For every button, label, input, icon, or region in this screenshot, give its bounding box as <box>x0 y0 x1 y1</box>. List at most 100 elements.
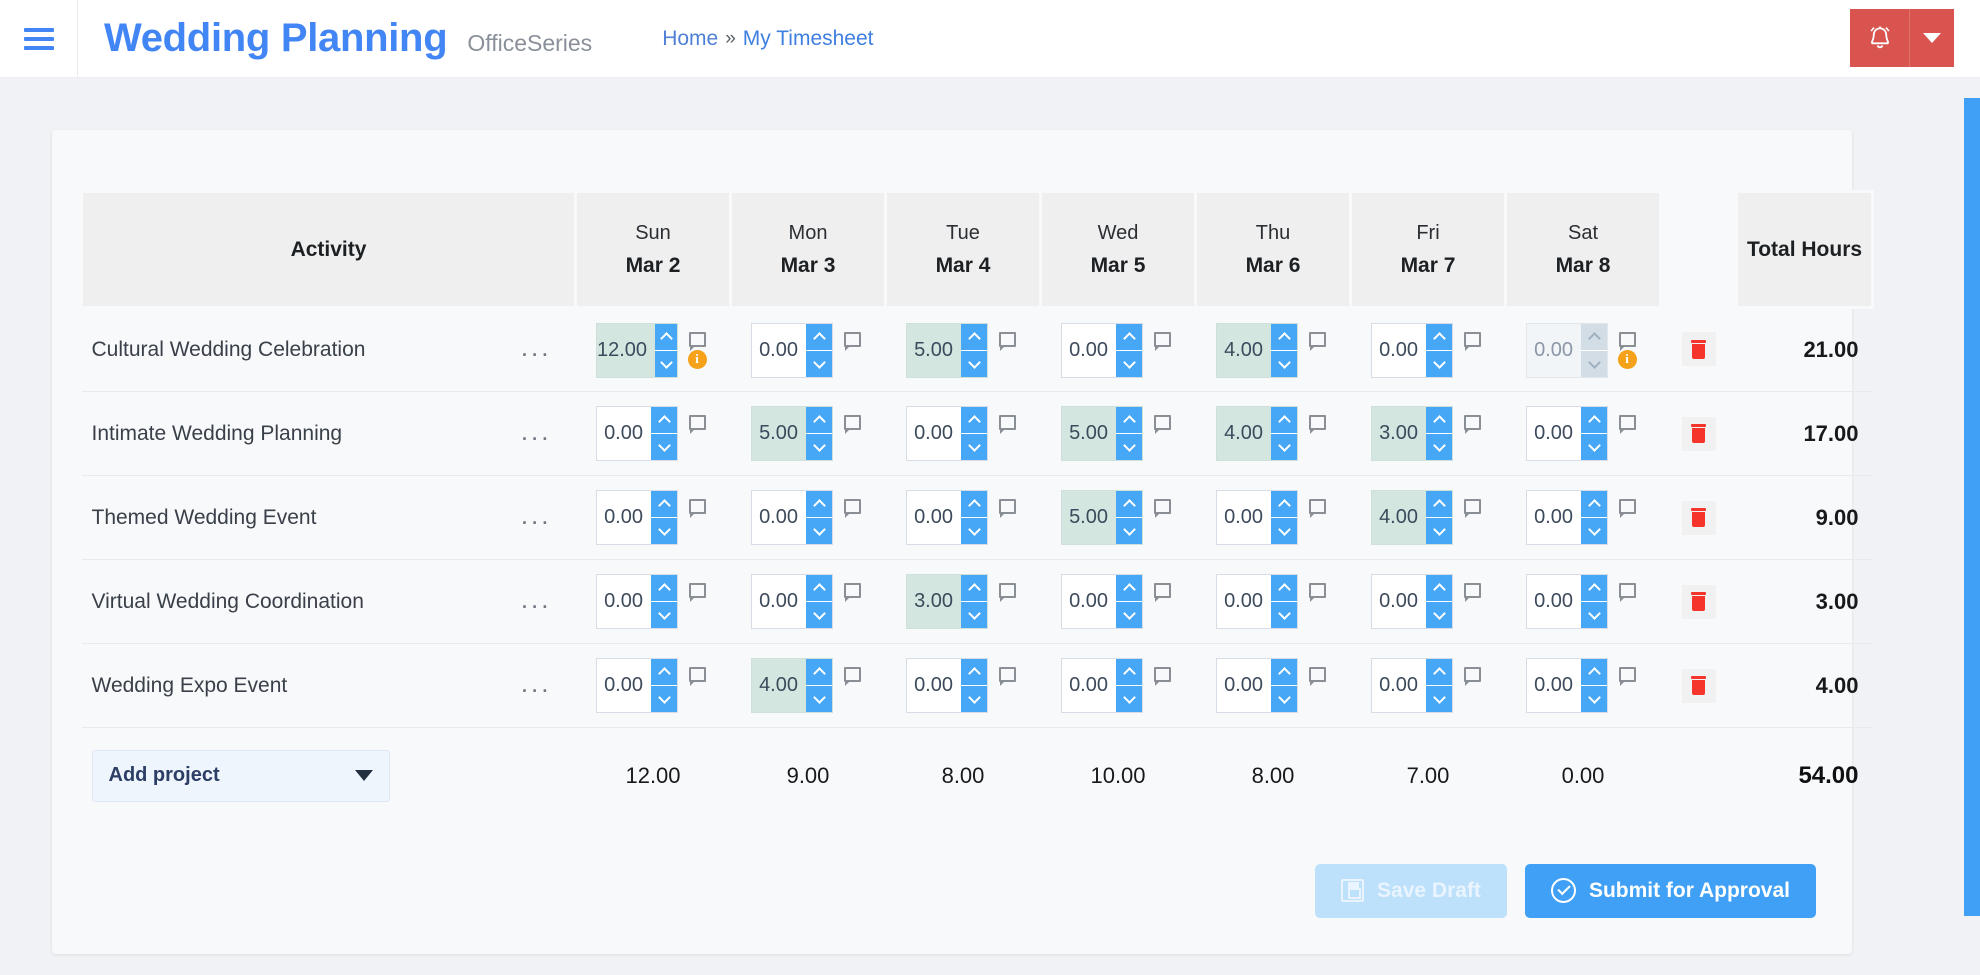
hours-input[interactable]: 4.00 <box>1217 324 1271 377</box>
hours-input[interactable]: 0.00 <box>752 324 806 377</box>
hours-stepper[interactable]: 0.00 <box>906 658 988 713</box>
stepper-decrement-button[interactable] <box>1271 434 1297 460</box>
breadcrumb-home[interactable]: Home <box>662 27 718 51</box>
stepper-increment-button[interactable] <box>806 323 832 351</box>
hours-stepper[interactable]: 0.00 <box>751 490 833 545</box>
stepper-decrement-button[interactable] <box>806 686 832 712</box>
hours-stepper[interactable]: 0.00 <box>1526 406 1608 461</box>
save-draft-button[interactable]: Save Draft <box>1315 863 1507 918</box>
stepper-increment-button[interactable] <box>1271 323 1297 351</box>
stepper-decrement-button[interactable] <box>961 434 987 460</box>
stepper-decrement-button[interactable] <box>961 350 987 377</box>
hours-input[interactable]: 0.00 <box>1527 491 1581 544</box>
comment-icon[interactable] <box>998 331 1016 351</box>
hours-input[interactable]: 0.00 <box>1217 491 1271 544</box>
stepper-increment-button[interactable] <box>1271 491 1297 518</box>
stepper-decrement-button[interactable] <box>806 602 832 628</box>
stepper-increment-button[interactable] <box>1271 575 1297 602</box>
page-scrollbar-track[interactable] <box>1944 78 1980 975</box>
hours-stepper[interactable]: 0.00 <box>1371 574 1453 629</box>
info-badge-icon[interactable]: i <box>687 349 707 369</box>
comment-icon[interactable] <box>998 583 1016 602</box>
stepper-increment-button[interactable] <box>651 575 677 602</box>
stepper-increment-button[interactable] <box>1116 491 1142 518</box>
hours-input[interactable]: 3.00 <box>1372 407 1426 460</box>
comment-icon[interactable] <box>1153 499 1171 518</box>
stepper-decrement-button[interactable] <box>1581 686 1607 712</box>
stepper-increment-button[interactable] <box>1116 407 1142 434</box>
stepper-increment-button[interactable] <box>1426 491 1452 518</box>
hours-stepper[interactable]: 0.00 <box>1526 574 1608 629</box>
stepper-decrement-button[interactable] <box>1426 434 1452 460</box>
stepper-increment-button[interactable] <box>1426 323 1452 351</box>
delete-row-button[interactable] <box>1681 584 1716 619</box>
comment-icon[interactable] <box>1308 667 1326 686</box>
hours-stepper[interactable]: 4.00 <box>1216 322 1298 378</box>
comment-icon[interactable] <box>688 331 706 351</box>
hours-input[interactable]: 0.00 <box>907 491 961 544</box>
menu-toggle-button[interactable] <box>0 0 78 78</box>
stepper-decrement-button[interactable] <box>651 434 677 460</box>
hours-input[interactable]: 0.00 <box>1217 659 1271 712</box>
stepper-decrement-button[interactable] <box>1116 686 1142 712</box>
hours-stepper[interactable]: 0.00 <box>596 574 678 629</box>
hours-stepper[interactable]: 5.00 <box>1061 406 1143 461</box>
notifications-dropdown-button[interactable] <box>1910 9 1954 67</box>
hours-stepper[interactable]: 0.00 <box>596 406 678 461</box>
stepper-decrement-button[interactable] <box>1581 602 1607 628</box>
stepper-increment-button[interactable] <box>961 659 987 686</box>
hours-input[interactable]: 0.00 <box>597 407 651 460</box>
stepper-increment-button[interactable] <box>806 407 832 434</box>
hours-stepper[interactable]: 0.00 <box>1216 490 1298 545</box>
comment-icon[interactable] <box>1153 583 1171 602</box>
stepper-decrement-button[interactable] <box>961 518 987 544</box>
hours-stepper[interactable]: 0.00 <box>1061 658 1143 713</box>
comment-icon[interactable] <box>1153 667 1171 686</box>
comment-icon[interactable] <box>1308 583 1326 602</box>
stepper-decrement-button[interactable] <box>1116 518 1142 544</box>
stepper-decrement-button[interactable] <box>1426 686 1452 712</box>
hours-input[interactable]: 0.00 <box>1527 575 1581 628</box>
stepper-increment-button[interactable] <box>1271 407 1297 434</box>
stepper-increment-button[interactable] <box>651 407 677 434</box>
stepper-increment-button[interactable] <box>961 575 987 602</box>
stepper-increment-button[interactable] <box>651 659 677 686</box>
breadcrumb-my-timesheet[interactable]: My Timesheet <box>743 27 874 51</box>
hours-input[interactable]: 0.00 <box>1527 407 1581 460</box>
stepper-decrement-button[interactable] <box>1271 602 1297 628</box>
stepper-decrement-button[interactable] <box>806 518 832 544</box>
stepper-increment-button[interactable] <box>961 323 987 351</box>
stepper-increment-button[interactable] <box>1581 659 1607 686</box>
comment-icon[interactable] <box>1308 499 1326 518</box>
stepper-increment-button[interactable] <box>1581 575 1607 602</box>
stepper-decrement-button[interactable] <box>655 350 677 377</box>
comment-icon[interactable] <box>843 331 861 351</box>
comment-icon[interactable] <box>1308 415 1326 434</box>
stepper-increment-button[interactable] <box>806 575 832 602</box>
hours-stepper[interactable]: 3.00 <box>906 574 988 629</box>
hours-stepper[interactable]: 4.00 <box>751 658 833 713</box>
comment-icon[interactable] <box>688 583 706 602</box>
comment-icon[interactable] <box>1618 583 1636 602</box>
stepper-increment-button[interactable] <box>1581 491 1607 518</box>
hours-input[interactable]: 0.00 <box>752 491 806 544</box>
hours-input[interactable]: 0.00 <box>597 659 651 712</box>
hours-input[interactable]: 0.00 <box>597 575 651 628</box>
hours-stepper[interactable]: 0.00 <box>906 490 988 545</box>
stepper-increment-button[interactable] <box>655 323 677 351</box>
stepper-decrement-button[interactable] <box>1426 350 1452 377</box>
comment-icon[interactable] <box>998 499 1016 518</box>
hours-stepper[interactable]: 0.00 <box>1371 322 1453 378</box>
comment-icon[interactable] <box>1153 415 1171 434</box>
stepper-increment-button[interactable] <box>1271 659 1297 686</box>
stepper-increment-button[interactable] <box>1581 407 1607 434</box>
hours-stepper[interactable]: 0.00 <box>1371 658 1453 713</box>
comment-icon[interactable] <box>688 667 706 686</box>
stepper-decrement-button[interactable] <box>1271 518 1297 544</box>
comment-icon[interactable] <box>1463 499 1481 518</box>
comment-icon[interactable] <box>1618 415 1636 434</box>
hours-stepper[interactable]: 0.00 <box>906 406 988 461</box>
stepper-increment-button[interactable] <box>806 659 832 686</box>
stepper-decrement-button[interactable] <box>1116 434 1142 460</box>
hours-input[interactable]: 0.00 <box>597 491 651 544</box>
